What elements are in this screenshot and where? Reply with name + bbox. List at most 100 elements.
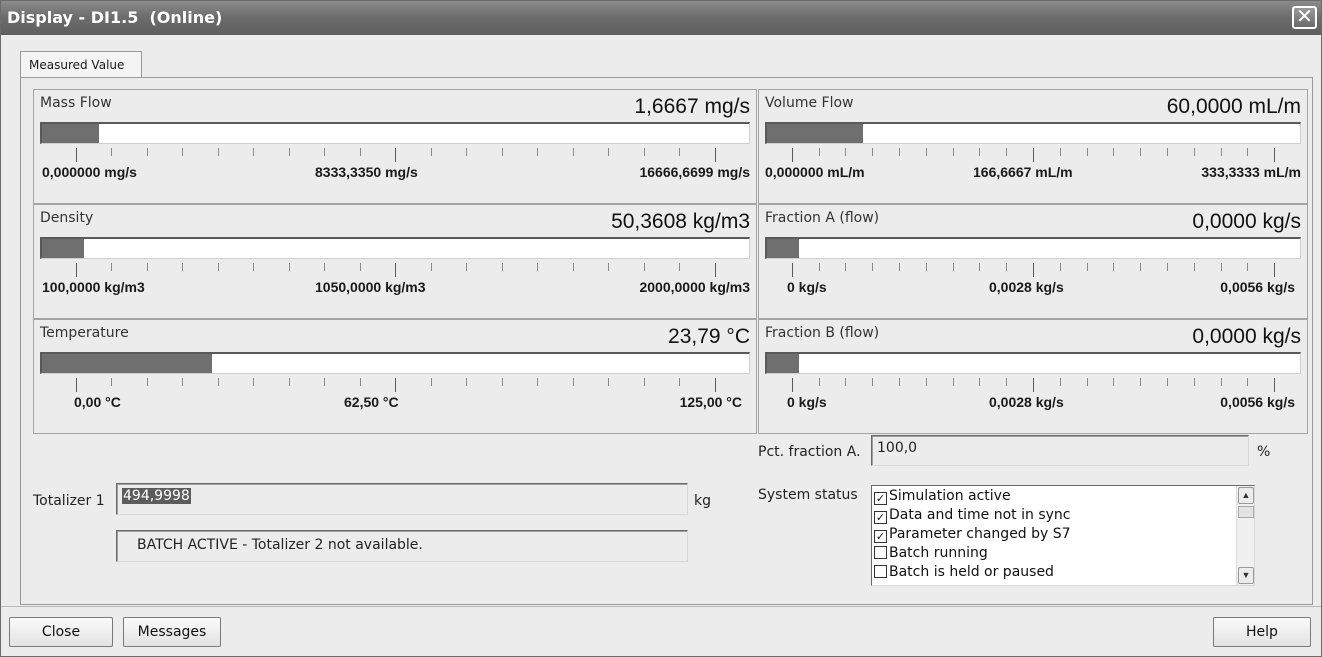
- meter-ticks: [40, 263, 750, 277]
- meter-density: Density 50,3608 kg/m3 100,0000 kg/m3 105…: [33, 204, 757, 319]
- scale-tick: [1086, 263, 1088, 271]
- scale-tick: [1033, 148, 1034, 162]
- close-window-icon[interactable]: ✕: [1292, 6, 1317, 29]
- checkbox[interactable]: ✓: [874, 511, 887, 524]
- meter-scale-max: 0,0056 kg/s: [1220, 279, 1295, 295]
- scale-tick: [182, 263, 183, 271]
- scale-tick: [182, 148, 183, 156]
- meter-volume-flow: Volume Flow 60,0000 mL/m 0,000000 mL/m 1…: [758, 89, 1308, 204]
- meter-scale-mid: 62,50 °C: [344, 394, 399, 410]
- meter-scale-min: 0,00 °C: [74, 394, 121, 410]
- meter-label: Mass Flow: [40, 95, 112, 111]
- scale-tick: [466, 148, 467, 156]
- scale-tick: [217, 263, 219, 271]
- scale-tick: [679, 263, 680, 271]
- scale-tick: [643, 378, 645, 386]
- status-item[interactable]: ✓ Data and time not in sync: [874, 507, 1071, 525]
- status-item[interactable]: ✓ Simulation active: [874, 488, 1011, 506]
- scale-tick: [572, 148, 574, 156]
- scale-tick: [818, 378, 820, 386]
- scale-tick: [643, 263, 645, 271]
- meter-scale-min: 0 kg/s: [787, 279, 827, 295]
- meter-bar-fill: [767, 354, 799, 373]
- scroll-up-icon[interactable]: ▲: [1238, 487, 1254, 504]
- scroll-thumb[interactable]: [1238, 506, 1254, 518]
- scale-tick: [146, 263, 148, 271]
- messages-button[interactable]: Messages: [123, 617, 221, 647]
- totalizer-label: Totalizer 1: [33, 493, 105, 509]
- checkbox[interactable]: [874, 546, 887, 559]
- scale-tick: [679, 378, 680, 386]
- meter-bar: [40, 237, 750, 259]
- scale-tick: [1274, 148, 1276, 162]
- meter-scale-max: 125,00 °C: [679, 394, 742, 410]
- scale-tick: [1086, 148, 1088, 156]
- status-item[interactable]: ✓ Parameter changed by S7: [874, 526, 1071, 544]
- scale-tick: [111, 148, 112, 156]
- scale-tick: [1006, 263, 1008, 271]
- scale-tick: [253, 148, 254, 156]
- system-status-label: System status: [758, 487, 858, 503]
- close-button[interactable]: Close: [9, 617, 113, 647]
- meter-bar: [765, 352, 1301, 374]
- scale-tick: [899, 148, 900, 156]
- totalizer-message: BATCH ACTIVE - Totalizer 2 not available…: [116, 530, 688, 562]
- meter-bar-fill: [767, 124, 863, 143]
- scale-tick: [182, 378, 183, 386]
- status-item[interactable]: Batch running: [874, 545, 988, 563]
- scale-tick: [714, 378, 716, 392]
- scale-tick: [359, 378, 361, 386]
- totalizer-field[interactable]: 494,9998: [116, 483, 688, 515]
- scale-tick: [430, 148, 432, 156]
- totalizer-value: 494,9998: [122, 488, 191, 504]
- scale-tick: [1274, 378, 1276, 392]
- meter-temperature: Temperature 23,79 °C 0,00 °C 62,50 °C 12…: [33, 319, 757, 434]
- scale-tick: [1113, 148, 1115, 156]
- scale-tick: [1167, 263, 1168, 271]
- pct-fraction-unit: %: [1257, 444, 1271, 460]
- meter-scale-min: 0 kg/s: [787, 394, 827, 410]
- scale-tick: [466, 378, 467, 386]
- scale-tick: [359, 263, 361, 271]
- scale-tick: [1006, 378, 1008, 386]
- scale-tick: [395, 263, 396, 277]
- scale-tick: [952, 378, 954, 386]
- scale-tick: [679, 148, 680, 156]
- meter-scale-max: 16666,6699 mg/s: [639, 164, 750, 180]
- pct-fraction-field[interactable]: 100,0: [871, 435, 1249, 466]
- meter-scale-max: 0,0056 kg/s: [1220, 394, 1295, 410]
- scale-tick: [1059, 378, 1061, 386]
- meter-bar: [40, 122, 750, 144]
- meter-scale-mid: 0,0028 kg/s: [989, 394, 1064, 410]
- checkbox[interactable]: ✓: [874, 530, 887, 543]
- scale-tick: [1247, 263, 1249, 271]
- scale-tick: [1247, 148, 1249, 156]
- checkbox[interactable]: [874, 565, 887, 578]
- scale-tick: [608, 263, 609, 271]
- meter-bar-fill: [42, 354, 212, 373]
- scale-tick: [324, 263, 325, 271]
- meter-scale-mid: 1050,0000 kg/m3: [315, 279, 426, 295]
- scale-tick: [359, 148, 361, 156]
- tab-measured-value[interactable]: Measured Value: [20, 51, 142, 78]
- system-status-list[interactable]: ✓ Simulation active ✓ Data and time not in…: [871, 485, 1255, 586]
- window-title: Display - DI1.5 (Online): [7, 8, 223, 27]
- scale-tick: [1193, 378, 1195, 386]
- meter-bar-fill: [42, 124, 99, 143]
- meter-mass-flow: Mass Flow 1,6667 mg/s 0,000000 mg/s 8333…: [33, 89, 757, 204]
- scale-tick: [979, 378, 981, 386]
- status-item[interactable]: Batch is held or paused: [874, 564, 1054, 582]
- status-item-label: Batch running: [889, 545, 988, 561]
- title-bar[interactable]: Display - DI1.5 (Online) ✕: [1, 1, 1321, 35]
- status-list-scrollbar[interactable]: ▲ ▼: [1236, 486, 1254, 585]
- help-button[interactable]: Help: [1213, 617, 1311, 647]
- scale-tick: [1033, 378, 1034, 392]
- scale-tick: [217, 148, 219, 156]
- scale-tick: [75, 378, 77, 392]
- scale-tick: [899, 263, 900, 271]
- scroll-down-icon[interactable]: ▼: [1238, 567, 1254, 584]
- scale-tick: [872, 148, 874, 156]
- checkbox[interactable]: ✓: [874, 492, 887, 505]
- status-item-label: Parameter changed by S7: [889, 526, 1071, 542]
- scale-tick: [253, 378, 254, 386]
